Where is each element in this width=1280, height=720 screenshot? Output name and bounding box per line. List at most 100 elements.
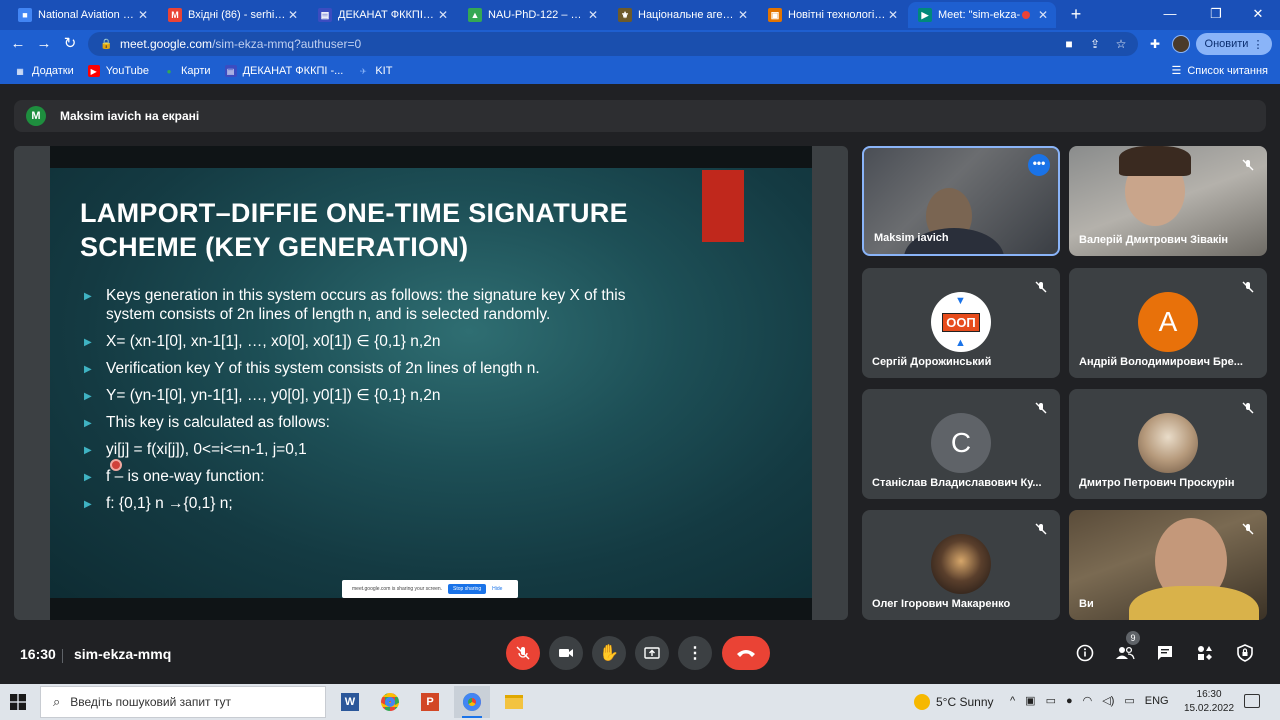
volume-icon[interactable]: ◁) xyxy=(1102,694,1114,707)
leave-call-button[interactable] xyxy=(722,636,770,670)
stop-sharing-button[interactable]: Stop sharing xyxy=(448,584,487,594)
presentation-stage[interactable]: LAMPORT–DIFFIE ONE-TIME SIGNATURE SCHEME… xyxy=(14,146,848,620)
close-tab-icon[interactable]: ✕ xyxy=(136,8,150,22)
network-icon[interactable]: ● xyxy=(1066,695,1073,707)
slide-accent-bar xyxy=(702,170,744,242)
camera-in-use-icon[interactable]: ■ xyxy=(1062,37,1076,51)
folder-icon xyxy=(505,695,523,709)
more-options-button[interactable]: ⋮ xyxy=(678,636,712,670)
taskbar-file-explorer[interactable] xyxy=(496,686,532,718)
camera-icon xyxy=(559,649,573,657)
reload-icon[interactable]: ↻ xyxy=(60,34,80,54)
participant-name: Ви xyxy=(1079,598,1094,610)
browser-tab[interactable]: ⚜ Національне агентст ✕ xyxy=(608,2,756,28)
update-button[interactable]: Оновити ⋮ xyxy=(1196,33,1272,55)
close-tab-icon[interactable]: ✕ xyxy=(736,8,750,22)
system-clock[interactable]: 16:30 15.02.2022 xyxy=(1184,688,1234,716)
bookmark-deanery[interactable]: ▤ ДЕКАНАТ ФККПІ -... xyxy=(224,65,343,77)
activities-shapes-icon xyxy=(1198,646,1212,660)
taskbar-chrome[interactable] xyxy=(372,686,408,718)
bookmark-apps[interactable]: ▦ Додатки xyxy=(14,65,74,77)
battery-icon[interactable]: ▭ xyxy=(1124,694,1134,707)
participant-tile-self[interactable]: Ви xyxy=(1069,510,1267,620)
bookmark-kit[interactable]: ✈ KIT xyxy=(357,65,392,77)
hide-button[interactable]: Hide xyxy=(492,586,502,592)
weather-widget[interactable]: 5°C Sunny xyxy=(914,694,994,710)
reading-list-button[interactable]: ☰ Список читання xyxy=(1171,64,1268,78)
info-icon xyxy=(1076,644,1094,662)
taskbar-chrome-active[interactable] xyxy=(454,686,490,718)
more-options-icon[interactable]: ••• xyxy=(1028,154,1050,176)
participant-tile[interactable]: А Андрій Володимирович Бре... xyxy=(1069,268,1267,378)
windows-start-icon[interactable] xyxy=(10,694,26,710)
close-tab-icon[interactable]: ✕ xyxy=(586,8,600,22)
close-tab-icon[interactable]: ✕ xyxy=(436,8,450,22)
participant-tile[interactable]: Олег Ігорович Макаренко xyxy=(862,510,1060,620)
close-tab-icon[interactable]: ✕ xyxy=(886,8,900,22)
taskbar-word[interactable]: W xyxy=(332,686,368,718)
close-tab-icon[interactable]: ✕ xyxy=(1036,8,1050,22)
notification-center-icon[interactable] xyxy=(1244,694,1260,708)
participant-tile[interactable]: ••• Maksim iavich xyxy=(862,146,1060,256)
forward-icon[interactable]: → xyxy=(34,34,54,54)
wifi-icon[interactable]: ◠ xyxy=(1083,694,1093,707)
address-bar[interactable]: 🔒 meet.google.com/sim-ekza-mmq?authuser=… xyxy=(88,32,1138,56)
slide-title: LAMPORT–DIFFIE ONE-TIME SIGNATURE SCHEME… xyxy=(80,198,628,262)
mic-off-icon xyxy=(1032,278,1050,296)
bookmark-youtube[interactable]: ▶ YouTube xyxy=(87,65,149,77)
participant-tile[interactable]: Валерій Дмитрович Зівакін xyxy=(1069,146,1267,256)
display-icon[interactable]: ▭ xyxy=(1046,694,1056,707)
profile-avatar[interactable] xyxy=(1172,35,1190,53)
bookmark-maps[interactable]: ● Карти xyxy=(163,65,211,77)
meeting-details-button[interactable] xyxy=(1074,642,1096,664)
close-tab-icon[interactable]: ✕ xyxy=(286,8,300,22)
browser-tab-strip: ■ National Aviation Univ ✕ M Вхідні (86)… xyxy=(0,0,1280,30)
browser-tab[interactable]: ▣ Новітні технології за ✕ xyxy=(758,2,906,28)
share-icon[interactable]: ⇪ xyxy=(1088,37,1102,51)
slide-bullet: This key is calculated as follows: xyxy=(84,413,644,433)
participant-tile[interactable]: C Станіслав Владиславович Ку... xyxy=(862,389,1060,499)
back-icon[interactable]: ← xyxy=(8,34,28,54)
update-label: Оновити xyxy=(1204,38,1249,50)
hand-icon: ✋ xyxy=(599,645,619,662)
maximize-button[interactable]: ❐ xyxy=(1196,4,1236,24)
bookmark-label: YouTube xyxy=(105,65,149,77)
mic-toggle-button[interactable] xyxy=(506,636,540,670)
browser-tab[interactable]: ▤ ДЕКАНАТ ФККПІ - Жу ✕ xyxy=(308,2,456,28)
site-favicon-icon: ■ xyxy=(18,8,32,22)
participant-video xyxy=(1119,146,1191,176)
participant-tile[interactable]: ▼ ▲ ООП Сергій Дорожинський xyxy=(862,268,1060,378)
participant-name: Дмитро Петрович Проскурін xyxy=(1079,477,1235,489)
close-window-button[interactable]: ✕ xyxy=(1238,4,1278,24)
new-tab-button[interactable]: + xyxy=(1066,4,1086,24)
chat-button[interactable] xyxy=(1154,642,1176,664)
present-now-button[interactable] xyxy=(635,636,669,670)
camera-toggle-button[interactable] xyxy=(549,636,583,670)
screen-sharing-bar: meet.google.com is sharing your screen. … xyxy=(342,580,518,598)
mic-off-icon xyxy=(516,646,530,660)
participant-tile[interactable]: Дмитро Петрович Проскурін xyxy=(1069,389,1267,499)
browser-tab-active[interactable]: ▶ Meet: "sim-ekza- ✕ xyxy=(908,2,1056,28)
bookmark-label: Карти xyxy=(180,65,211,77)
browser-tab[interactable]: ■ National Aviation Univ ✕ xyxy=(8,2,156,28)
tab-title: Новітні технології за xyxy=(788,9,886,21)
activities-button[interactable] xyxy=(1194,642,1216,664)
raise-hand-button[interactable]: ✋ xyxy=(592,636,626,670)
meet-app-icon[interactable]: ▣ xyxy=(1025,694,1035,707)
recording-dot-icon xyxy=(1022,11,1030,19)
bookmark-star-icon[interactable]: ☆ xyxy=(1114,37,1128,51)
people-button[interactable] xyxy=(1114,642,1136,664)
browser-tab[interactable]: M Вхідні (86) - serhii.hna ✕ xyxy=(158,2,306,28)
language-indicator[interactable]: ENG xyxy=(1145,695,1169,707)
taskbar-powerpoint[interactable]: P xyxy=(412,686,448,718)
taskbar-search-input[interactable]: ⌕ Введіть пошуковий запит тут xyxy=(40,686,326,718)
meet-window: M Maksim iavich на екрані LAMPORT–DIFFIE… xyxy=(0,84,1280,684)
browser-tab[interactable]: ▲ NAU-PhD-122 – Goog ✕ xyxy=(458,2,606,28)
host-controls-button[interactable] xyxy=(1234,642,1256,664)
chrome-icon xyxy=(381,693,399,711)
mic-off-icon xyxy=(1239,156,1257,174)
extensions-icon[interactable]: ✚ xyxy=(1148,37,1162,51)
tab-title: Meet: "sim-ekza- xyxy=(938,9,1021,21)
chevron-up-icon[interactable]: ^ xyxy=(1010,695,1015,707)
minimize-button[interactable]: — xyxy=(1150,4,1190,24)
